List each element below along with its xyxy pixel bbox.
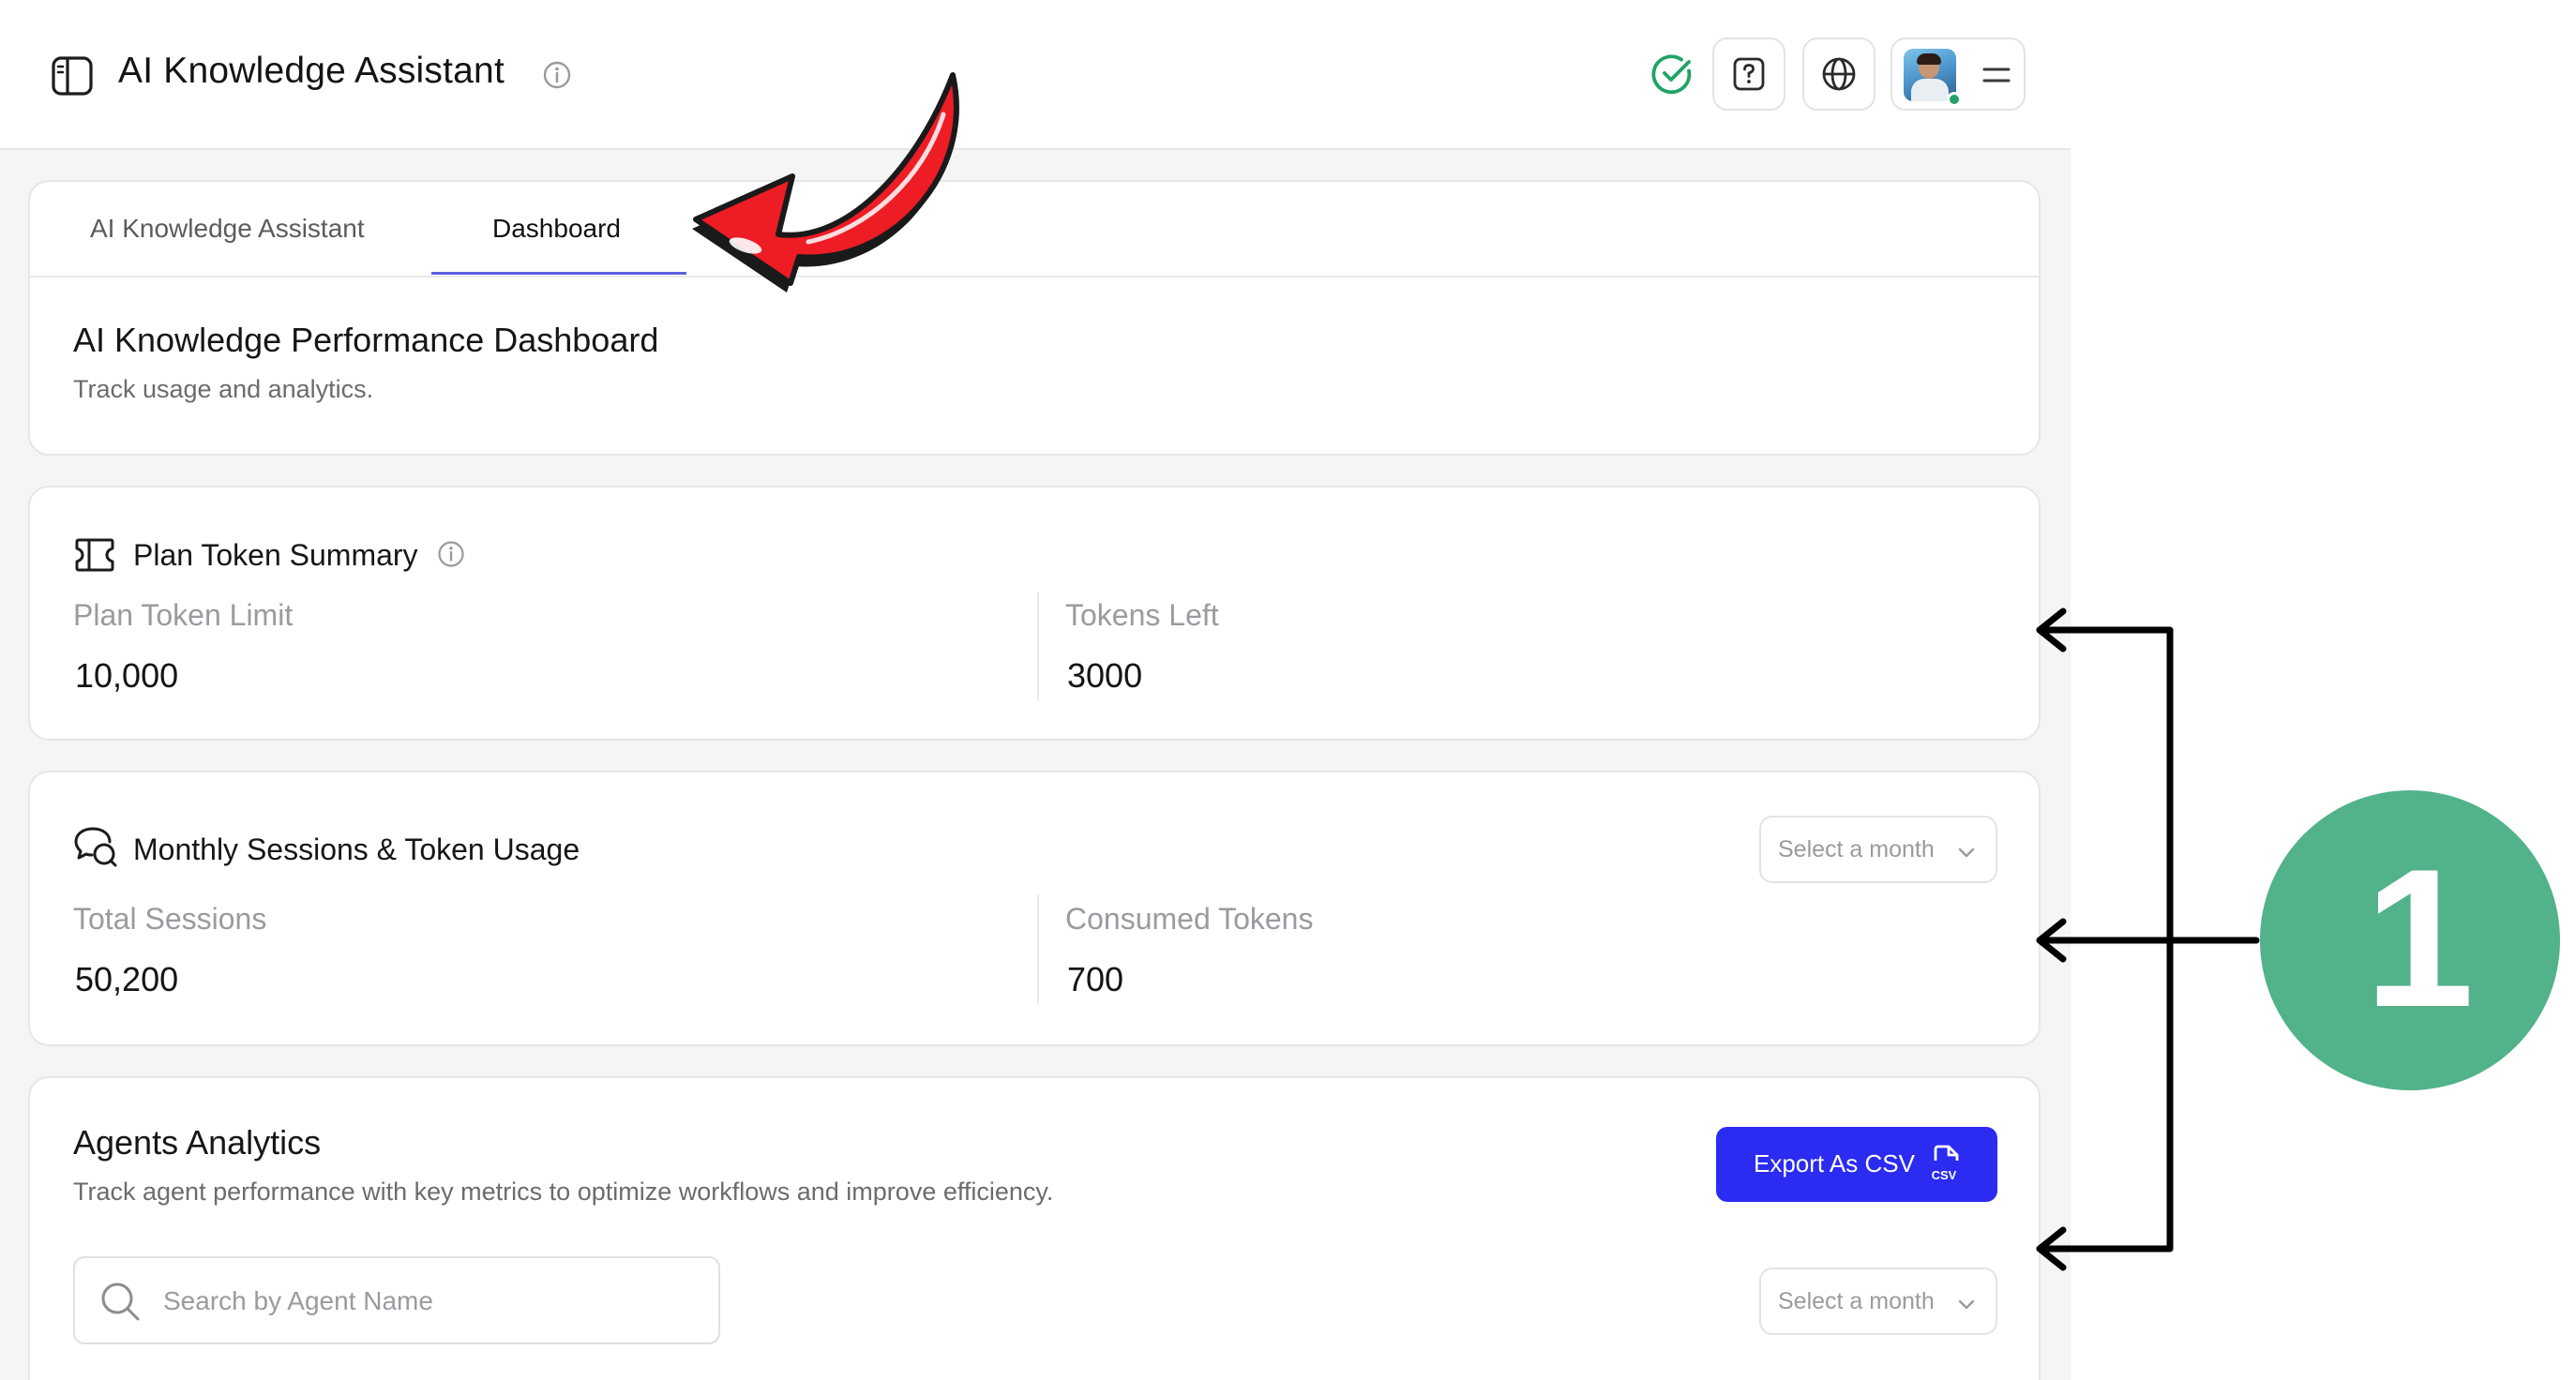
agent-search-input[interactable]	[161, 1277, 700, 1326]
top-bar: AI Knowledge Assistant	[0, 0, 2071, 150]
agents-analytics-title: Agents Analytics	[73, 1123, 322, 1162]
monthly-usage-title: Monthly Sessions & Token Usage	[133, 832, 580, 866]
divider	[1037, 894, 1039, 1003]
svg-text:CSV: CSV	[1932, 1168, 1957, 1182]
tokens-left-value: 3000	[1067, 656, 1143, 695]
tab-ai-knowledge-assistant[interactable]: AI Knowledge Assistant	[90, 214, 365, 244]
csv-file-icon: CSV	[1932, 1145, 1959, 1182]
menu-icon	[1982, 68, 2011, 82]
tab-dashboard[interactable]: Dashboard	[492, 214, 621, 244]
dashboard-header-card: AI Knowledge Assistant Dashboard AI Know…	[28, 180, 2041, 456]
app-window: AI Knowledge Assistant AI Knowledge Assi…	[0, 0, 2071, 1380]
chevron-down-icon	[1958, 848, 1975, 858]
consumed-tokens-value: 700	[1067, 960, 1124, 998]
export-csv-label: Export As CSV	[1754, 1149, 1915, 1178]
sidebar-icon[interactable]	[51, 54, 94, 98]
plan-token-summary-card: Plan Token Summary Plan Token Limit 10,0…	[28, 486, 2041, 741]
agents-month-select-value: Select a month	[1778, 1288, 1935, 1314]
export-csv-button[interactable]: Export As CSV CSV	[1716, 1127, 1997, 1202]
tab-bar: AI Knowledge Assistant Dashboard	[30, 182, 2039, 278]
divider	[1037, 592, 1039, 701]
ticket-icon	[75, 538, 114, 572]
chat-bubbles-icon	[74, 827, 117, 867]
page-subtitle: Track usage and analytics.	[73, 375, 374, 403]
plan-token-limit-label: Plan Token Limit	[73, 598, 294, 632]
tokens-left-label: Tokens Left	[1065, 598, 1219, 632]
plan-token-limit-value: 10,000	[75, 656, 179, 695]
help-icon	[1733, 57, 1765, 91]
check-circle-icon	[1651, 54, 1692, 95]
number-badge: 1	[2364, 828, 2475, 1048]
agent-search-field[interactable]	[73, 1256, 720, 1344]
app-title: AI Knowledge Assistant	[118, 51, 505, 91]
monthly-usage-card: Monthly Sessions & Token Usage Select a …	[28, 771, 2041, 1046]
chevron-down-icon	[1958, 1299, 1975, 1310]
agents-analytics-subtitle: Track agent performance with key metrics…	[73, 1178, 1054, 1206]
consumed-tokens-label: Consumed Tokens	[1065, 902, 1314, 936]
agents-analytics-card: Agents Analytics Track agent performance…	[28, 1076, 2041, 1380]
agents-month-select[interactable]: Select a month	[1759, 1268, 1997, 1335]
bracket-arrows	[2036, 608, 2260, 1271]
info-icon[interactable]	[542, 60, 572, 90]
online-status-indicator	[1947, 92, 1962, 107]
language-button[interactable]	[1802, 38, 1876, 111]
month-select[interactable]: Select a month	[1759, 816, 1997, 883]
total-sessions-label: Total Sessions	[73, 902, 267, 936]
number-badge-circle	[2260, 790, 2560, 1090]
page-title: AI Knowledge Performance Dashboard	[73, 321, 659, 359]
help-button[interactable]	[1712, 38, 1785, 111]
globe-icon	[1822, 57, 1856, 91]
month-select-value: Select a month	[1778, 836, 1935, 862]
total-sessions-value: 50,200	[75, 960, 179, 998]
search-icon	[101, 1282, 140, 1321]
active-tab-indicator	[431, 272, 686, 275]
plan-token-summary-title: Plan Token Summary	[133, 538, 418, 572]
info-icon[interactable]	[437, 540, 465, 568]
profile-menu-button[interactable]	[1891, 38, 2026, 111]
